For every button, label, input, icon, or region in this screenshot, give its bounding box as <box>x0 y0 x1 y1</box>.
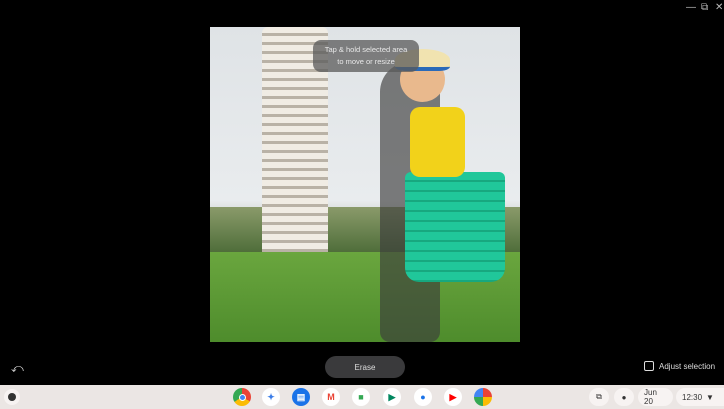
launcher-button[interactable] <box>4 389 20 405</box>
app-meet[interactable]: ■ <box>352 388 370 406</box>
app-messages[interactable]: ● <box>414 388 432 406</box>
erase-button[interactable]: Erase <box>325 356 405 378</box>
app-chrome[interactable] <box>233 388 251 406</box>
screenshot-button[interactable]: ⧉ <box>589 388 609 406</box>
close-icon[interactable]: ✕ <box>715 2 723 13</box>
wifi-icon: ▼ <box>706 392 714 402</box>
app-play-store[interactable]: ▶ <box>383 388 401 406</box>
move-resize-tooltip: Tap & hold selected area to move or resi… <box>313 40 419 72</box>
undo-icon[interactable]: ⤺ <box>11 361 24 376</box>
tooltip-line2: to move or resize <box>337 57 395 66</box>
adjust-selection-label: Adjust selection <box>659 361 716 371</box>
date-label: Jun 20 <box>644 388 657 406</box>
launcher-icon <box>8 393 16 401</box>
selected-subject-top[interactable] <box>410 107 465 177</box>
adjust-selection-button[interactable]: Adjust selection <box>644 361 715 371</box>
app-youtube[interactable]: ▶ <box>444 388 462 406</box>
selected-subject-skirt[interactable] <box>405 172 505 282</box>
record-button[interactable]: ● <box>614 388 634 406</box>
app-files[interactable]: ▤ <box>292 388 310 406</box>
edited-photo[interactable] <box>210 27 520 342</box>
edit-icon <box>644 361 654 371</box>
app-gmail[interactable]: M <box>322 388 340 406</box>
minimize-icon[interactable]: — <box>686 2 696 13</box>
app-gemini[interactable]: ✦ <box>262 388 280 406</box>
shelf: ✦ ▤ M ■ ▶ ● ▶ ⧉ ● Jun 20 12:30 ▼ <box>0 385 724 409</box>
restore-icon[interactable]: ⧉ <box>701 2 708 13</box>
tooltip-line1: Tap & hold selected area <box>324 45 408 54</box>
status-tray[interactable]: 12:30 ▼ <box>676 388 724 406</box>
date-tray[interactable]: Jun 20 <box>638 388 673 406</box>
time-label: 12:30 <box>682 392 703 402</box>
app-photos[interactable] <box>474 388 492 406</box>
